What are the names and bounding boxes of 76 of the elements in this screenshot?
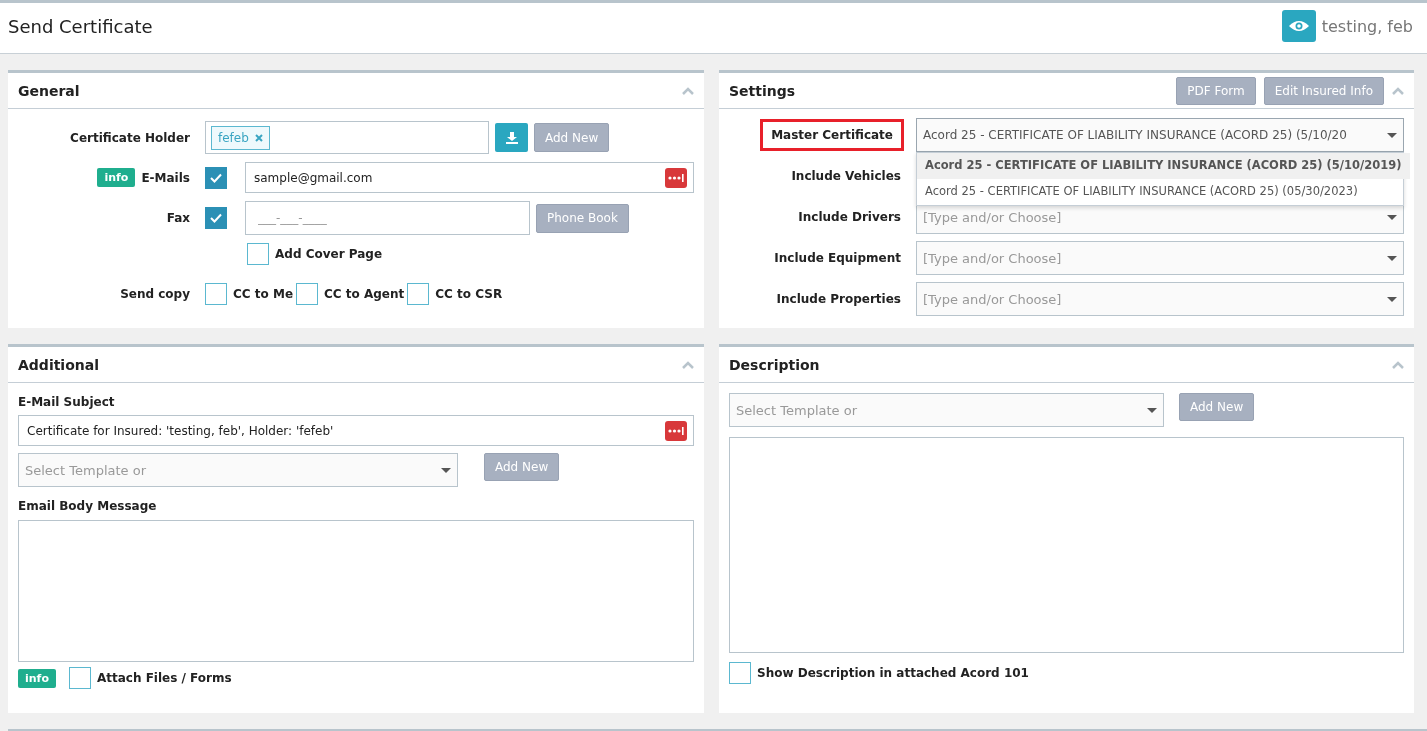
email-input[interactable]: sample@gmail.com	[252, 169, 665, 186]
checkbox-label: Show Description in attached Acord 101	[757, 666, 1029, 680]
remove-icon[interactable]	[254, 133, 263, 142]
checkmark-icon	[210, 172, 222, 183]
checkbox-label: CC to Me	[233, 287, 294, 301]
field-label: Include Properties	[776, 292, 901, 306]
download-icon[interactable]	[495, 123, 528, 152]
checkbox[interactable]	[68, 667, 91, 689]
select-placeholder: [Type and/or Choose]	[923, 209, 1062, 225]
panel-title: Additional	[18, 356, 100, 373]
field-label: Fax	[166, 211, 190, 225]
caret-icon	[441, 467, 451, 473]
checkbox[interactable]	[247, 243, 269, 265]
checkbox[interactable]	[729, 662, 751, 684]
master-certificate-select[interactable]: Acord 25 - CERTIFICATE OF LIABILITY INSURANCE (ACORD 25) (5/10/20	[916, 118, 1404, 152]
add-new-button[interactable]: Add New	[1179, 393, 1255, 421]
checkbox-label: Add Cover Page	[275, 247, 383, 261]
select-placeholder: [Type and/or Choose]	[923, 291, 1062, 307]
fax-field[interactable]: ___-___-____	[245, 201, 530, 235]
email-subject-field[interactable]: Certificate for Insured: 'testing, feb', Holder: 'fefeb'	[18, 415, 694, 446]
password-manager-icon[interactable]	[665, 420, 687, 441]
checkbox-label: CC to Agent	[324, 287, 405, 301]
tag-chip[interactable]: fefeb	[211, 125, 270, 150]
caret-icon	[1147, 407, 1157, 413]
field-label: Include Equipment	[774, 251, 901, 265]
select-field[interactable]: [Type and/or Choose]	[916, 282, 1404, 316]
eye-icon[interactable]	[1281, 10, 1316, 42]
template-select[interactable]: Select Template or	[729, 393, 1164, 427]
password-manager-icon[interactable]	[665, 167, 687, 188]
field-label: E-Mails	[141, 170, 190, 185]
select-placeholder: Select Template or	[736, 402, 857, 418]
checkbox[interactable]	[205, 283, 227, 305]
subject-input[interactable]: Certificate for Insured: 'testing, feb', Holder: 'fefeb'	[25, 422, 665, 439]
field-label: Include Vehicles	[791, 169, 901, 183]
caret-icon	[1387, 132, 1397, 138]
add-new-button[interactable]: Add New	[484, 453, 560, 481]
caret-icon	[1387, 214, 1397, 220]
phone-book-button[interactable]: Phone Book	[536, 203, 629, 233]
field-label: Master Certificate	[763, 122, 901, 148]
checkbox[interactable]	[407, 283, 430, 305]
header-button[interactable]: Edit Insured Info	[1263, 76, 1384, 105]
collapse-chevron-icon[interactable]	[1392, 86, 1404, 95]
user-name: testing, feb	[1321, 16, 1413, 36]
panel-title: Settings	[729, 82, 797, 99]
email-field[interactable]: sample@gmail.com	[245, 162, 694, 193]
checkbox[interactable]	[296, 283, 319, 305]
template-select[interactable]: Select Template or	[18, 453, 458, 487]
collapse-chevron-icon[interactable]	[682, 86, 694, 95]
field-label: Send copy	[120, 287, 190, 301]
certificate-holder-field[interactable]: fefeb	[205, 121, 489, 154]
page-title: Send Certificate	[8, 15, 154, 37]
select-value: Acord 25 - CERTIFICATE OF LIABILITY INSURANCE (ACORD 25) (5/10/20	[923, 128, 1347, 142]
header-button[interactable]: PDF Form	[1176, 76, 1256, 105]
caret-icon	[1387, 296, 1397, 302]
panel-title: Description	[729, 356, 821, 373]
checkmark-icon	[210, 213, 222, 223]
checkbox[interactable]	[205, 207, 227, 229]
checkbox[interactable]	[205, 166, 227, 189]
caret-icon	[1387, 255, 1397, 261]
fax-input[interactable]: ___-___-____	[252, 210, 523, 226]
field-label: E-Mail Subject	[18, 395, 116, 409]
info-badge[interactable]: info	[18, 668, 56, 688]
panel-title: General	[18, 82, 81, 99]
info-badge[interactable]: info	[97, 168, 136, 187]
field-label: Email Body Message	[18, 499, 158, 513]
checkbox-label: CC to CSR	[435, 287, 503, 301]
add-new-button[interactable]: Add New	[534, 123, 610, 152]
select-field[interactable]: [Type and/or Choose]	[916, 241, 1404, 275]
select-placeholder: Select Template or	[25, 462, 146, 478]
field-label: Certificate Holder	[70, 130, 190, 145]
collapse-chevron-icon[interactable]	[682, 360, 694, 369]
collapse-chevron-icon[interactable]	[1392, 360, 1404, 369]
select-placeholder: [Type and/or Choose]	[923, 250, 1062, 266]
checkbox-label: Attach Files / Forms	[96, 671, 232, 685]
dropdown-option[interactable]: Acord 25 - CERTIFICATE OF LIABILITY INSURANCE (ACORD 25) (5/10/2019)	[917, 153, 1410, 179]
field-label: Include Drivers	[798, 210, 901, 224]
